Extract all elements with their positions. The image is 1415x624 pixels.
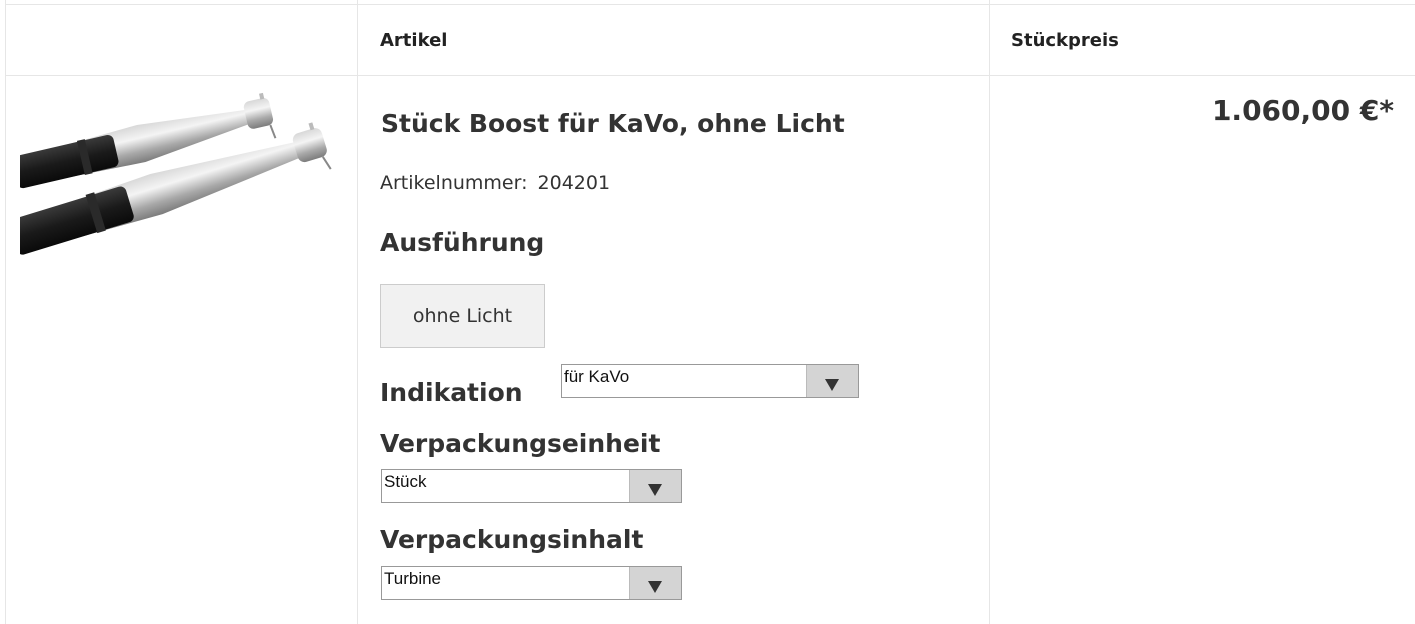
unit-price: 1.060,00 €* <box>1211 94 1394 127</box>
column-header-unit-price: Stückpreis <box>1011 30 1119 51</box>
chevron-down-icon <box>825 379 839 391</box>
verpackungseinheit-select[interactable]: Stück <box>381 469 682 503</box>
indikation-select[interactable]: für KaVo <box>561 364 859 398</box>
column-divider <box>989 0 990 624</box>
column-header-article: Artikel <box>380 30 448 51</box>
product-title[interactable]: Stück Boost für KaVo, ohne Licht <box>381 109 845 138</box>
product-table: Artikel Stückpreis Stück Boost für KaVo,… <box>0 0 1415 624</box>
handpiece-illustration <box>8 92 332 255</box>
article-number-value: 204201 <box>537 172 611 194</box>
option-label-verpackungseinheit: Verpackungseinheit <box>380 429 661 458</box>
verpackungsinhalt-select-value: Turbine <box>384 569 442 588</box>
chevron-down-icon <box>648 581 662 593</box>
column-divider <box>357 0 358 624</box>
variant-button-ohne-licht[interactable]: ohne Licht <box>380 284 545 348</box>
indikation-select-toggle[interactable] <box>806 365 858 397</box>
option-label-ausfuehrung: Ausführung <box>380 228 545 257</box>
verpackungsinhalt-select-toggle[interactable] <box>629 567 681 599</box>
verpackungseinheit-select-value: Stück <box>384 472 427 491</box>
indikation-select-value: für KaVo <box>564 367 630 386</box>
option-label-verpackungsinhalt: Verpackungsinhalt <box>380 525 644 554</box>
chevron-down-icon <box>648 484 662 496</box>
article-number: Artikelnummer: 204201 <box>380 172 610 194</box>
verpackungseinheit-select-toggle[interactable] <box>629 470 681 502</box>
dental-turbine-handpiece-image[interactable] <box>8 90 340 262</box>
header-divider <box>5 75 1415 76</box>
verpackungsinhalt-select[interactable]: Turbine <box>381 566 682 600</box>
article-number-label: Artikelnummer: <box>380 172 528 194</box>
table-border-left <box>5 0 6 624</box>
table-border-top <box>5 4 1415 5</box>
option-label-indikation: Indikation <box>380 378 523 407</box>
